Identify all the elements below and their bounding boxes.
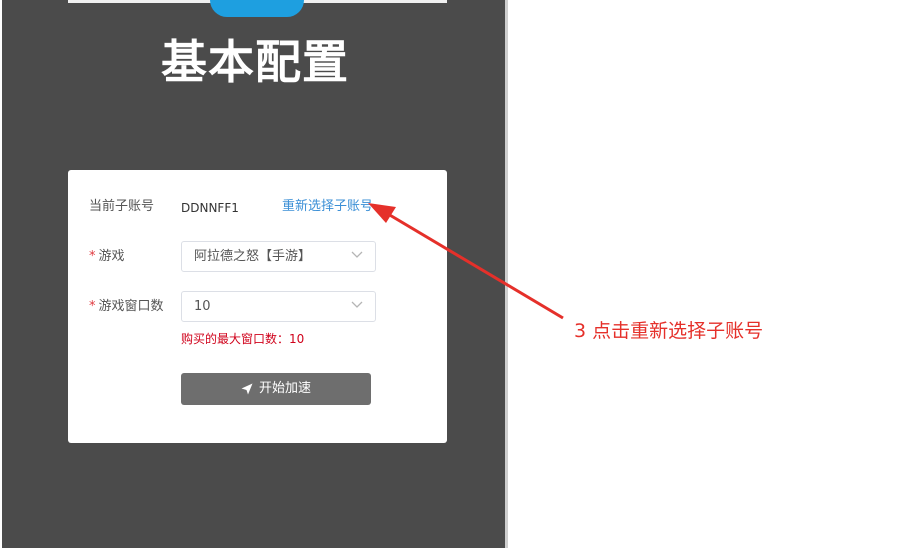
reselect-account-link[interactable]: 重新选择子账号 (282, 198, 373, 216)
required-mark: * (89, 299, 96, 314)
chevron-down-icon (351, 251, 363, 259)
max-window-hint: 购买的最大窗口数：10 (181, 330, 304, 348)
annotation-text: 3 点击重新选择子账号 (574, 318, 763, 344)
account-value: DDNNFF1 (181, 199, 239, 217)
page-title: 基本配置 (2, 30, 508, 94)
game-select[interactable]: 阿拉德之怒【手游】 (181, 241, 376, 272)
window-label-text: 游戏窗口数 (99, 299, 164, 314)
paper-plane-icon (241, 383, 253, 395)
game-select-value: 阿拉德之怒【手游】 (194, 248, 311, 266)
chevron-down-icon (351, 301, 363, 309)
window-count-value: 10 (194, 298, 211, 316)
game-label-text: 游戏 (99, 249, 125, 264)
start-accelerate-button[interactable]: 开始加速 (181, 373, 371, 405)
account-label: 当前子账号 (89, 198, 154, 216)
window-count-select[interactable]: 10 (181, 291, 376, 322)
app-panel: 基本配置 当前子账号 DDNNFF1 重新选择子账号 *游戏 阿拉德之怒【手游】… (2, 0, 508, 548)
config-card: 当前子账号 DDNNFF1 重新选择子账号 *游戏 阿拉德之怒【手游】 *游戏窗… (68, 170, 447, 443)
start-button-label: 开始加速 (259, 381, 311, 396)
logo (210, 0, 304, 17)
game-label: *游戏 (89, 248, 125, 266)
required-mark: * (89, 249, 96, 264)
window-label: *游戏窗口数 (89, 298, 164, 316)
